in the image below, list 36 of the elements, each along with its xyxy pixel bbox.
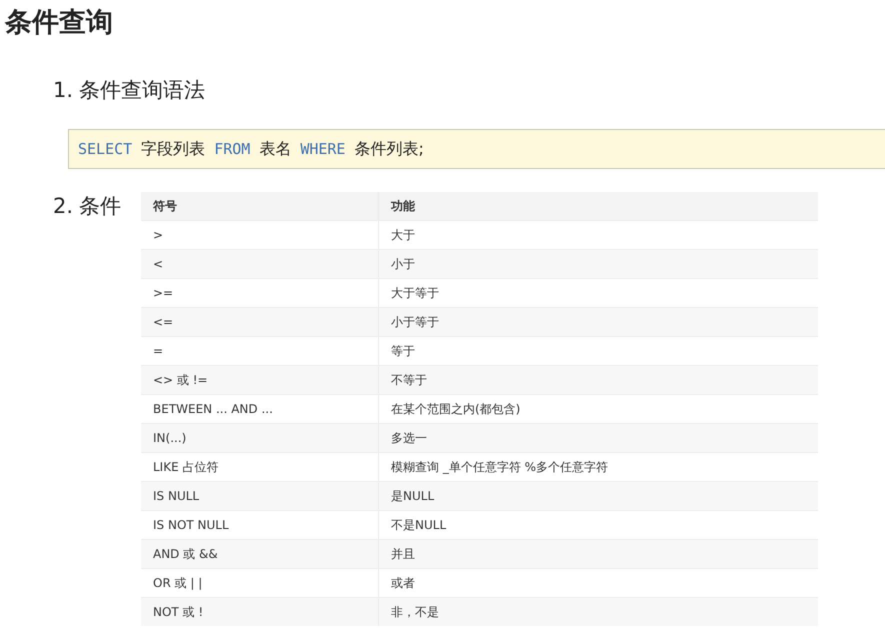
table-cell: 不等于 (378, 366, 818, 394)
section-heading: 条件 (79, 193, 122, 220)
table-cell: IN(...) (141, 424, 378, 452)
table-cell: 多选一 (378, 424, 818, 452)
table-cell: > (141, 220, 378, 250)
list-number: 1. (53, 78, 74, 102)
table-cell: 不是NULL (378, 510, 818, 540)
table-cell: IS NULL (141, 482, 378, 510)
table-cell: IS NOT NULL (141, 510, 378, 540)
table-cell: BETWEEN ... AND ... (141, 394, 378, 424)
table-cell: <= (141, 308, 378, 336)
table-cell: 非，不是 (378, 598, 818, 626)
table-cell: 或者 (378, 568, 818, 598)
table-cell: 并且 (378, 540, 818, 568)
table-cell: 模糊查询 _单个任意字符 %多个任意字符 (378, 452, 818, 482)
code-block: SELECT 字段列表 FROM 表名 WHERE 条件列表; (68, 129, 885, 169)
page-title: 条件查询 (4, 6, 114, 40)
table-cell: 大于等于 (378, 278, 818, 308)
table-cell: AND 或 && (141, 540, 378, 568)
table-cell: 在某个范围之内(都包含) (378, 394, 818, 424)
table-cell: 是NULL (378, 482, 818, 510)
table-cell: = (141, 336, 378, 366)
section-heading: 条件查询语法 (79, 77, 206, 104)
table-cell: >= (141, 278, 378, 308)
table-cell: 小于 (378, 250, 818, 278)
column-header: 功能 (378, 192, 818, 220)
table-cell: < (141, 250, 378, 278)
table-cell: NOT 或 ! (141, 598, 378, 626)
list-number: 2. (53, 194, 74, 218)
table-cell: <> 或 != (141, 366, 378, 394)
column-header: 符号 (141, 192, 378, 220)
table-cell: 大于 (378, 220, 818, 250)
table-cell: 小于等于 (378, 308, 818, 336)
table-cell: 等于 (378, 336, 818, 366)
table-cell: LIKE 占位符 (141, 452, 378, 482)
table-cell: OR 或 | | (141, 568, 378, 598)
